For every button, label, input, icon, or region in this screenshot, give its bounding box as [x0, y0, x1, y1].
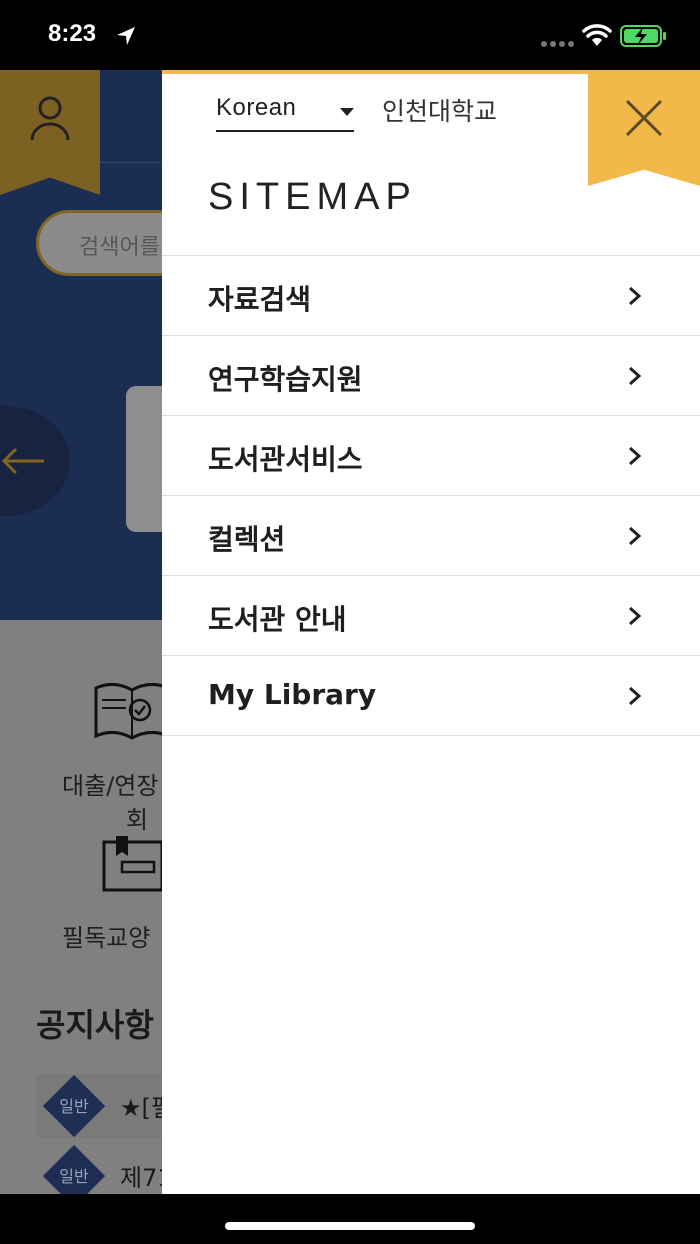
- home-bar: [0, 1194, 700, 1244]
- battery-charging-icon: [620, 25, 666, 47]
- menu-item-my-library[interactable]: My Library: [162, 655, 700, 736]
- quick-link-label-cont: 회: [126, 806, 149, 834]
- menu-item-label: 자료검색: [208, 283, 312, 316]
- cellular-signal-icon: [541, 41, 574, 47]
- sitemap-drawer: Korean 인천대학교 SITEMAP 자료검색 연구학습지원 도서관서비스 …: [162, 70, 700, 1194]
- menu-item-label: 도서관서비스: [208, 443, 363, 476]
- chevron-right-icon: [629, 446, 642, 466]
- close-icon: [625, 99, 663, 137]
- caret-down-icon: [340, 108, 354, 116]
- book-check-icon: [94, 683, 170, 740]
- university-link[interactable]: 인천대학교: [382, 92, 497, 128]
- menu-item-label: 컬렉션: [208, 523, 286, 556]
- menu-item-library-services[interactable]: 도서관서비스: [162, 415, 700, 495]
- chevron-right-icon: [629, 686, 642, 706]
- menu-item-research-support[interactable]: 연구학습지원: [162, 335, 700, 415]
- bookmark-box-icon: [102, 836, 164, 892]
- status-bar: 8:23: [0, 0, 700, 70]
- notice-badge: 일반: [42, 1074, 106, 1138]
- arrow-left-icon: [1, 447, 44, 475]
- wifi-icon: [582, 24, 612, 46]
- quick-link-label[interactable]: 대출/연장: [62, 766, 158, 801]
- notices-title: 공지사항: [36, 1006, 154, 1044]
- menu-item-collection[interactable]: 컬렉션: [162, 495, 700, 575]
- menu-item-label: 도서관 안내: [208, 603, 347, 636]
- sitemap-title: SITEMAP: [208, 176, 417, 218]
- chevron-right-icon: [629, 286, 642, 306]
- menu-item-library-info[interactable]: 도서관 안내: [162, 575, 700, 655]
- language-value: Korean: [216, 94, 297, 121]
- sitemap-menu: 자료검색 연구학습지원 도서관서비스 컬렉션 도서관 안내 My Library: [162, 255, 700, 736]
- chevron-right-icon: [629, 526, 642, 546]
- location-arrow-icon: [117, 27, 135, 45]
- menu-item-search[interactable]: 자료검색: [162, 255, 700, 335]
- language-select[interactable]: Korean: [216, 92, 354, 132]
- notice-badge: 일반: [42, 1144, 106, 1194]
- quick-link-label[interactable]: 필독교양: [62, 918, 150, 953]
- status-time: 8:23: [48, 20, 97, 47]
- home-indicator[interactable]: [225, 1222, 475, 1230]
- close-button[interactable]: [588, 70, 700, 186]
- menu-item-label: My Library: [208, 678, 377, 711]
- user-icon: [30, 96, 70, 141]
- chevron-right-icon: [629, 606, 642, 626]
- user-ribbon[interactable]: [0, 70, 100, 195]
- chevron-right-icon: [629, 366, 642, 386]
- menu-item-label: 연구학습지원: [208, 363, 363, 396]
